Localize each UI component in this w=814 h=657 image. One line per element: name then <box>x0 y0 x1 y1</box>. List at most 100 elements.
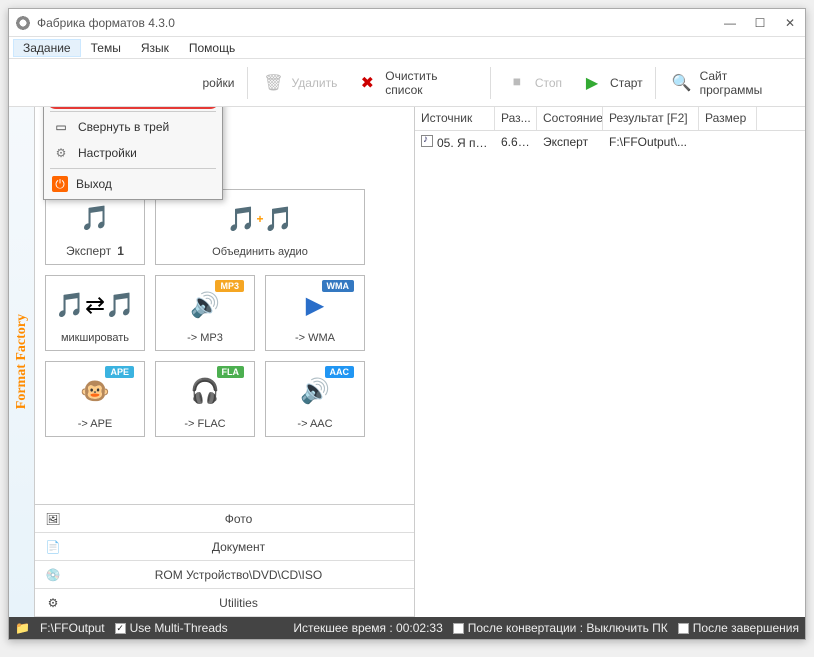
join-icon: 🎵 + 🎵 <box>227 194 294 244</box>
task-list-panel: Источник Раз... Состояние Результат [F2]… <box>415 107 805 617</box>
minimize-button[interactable]: — <box>721 15 739 31</box>
checkbox-unchecked-icon <box>678 623 689 634</box>
tile-wma[interactable]: WMA ▶ -> WMA <box>265 275 365 351</box>
highlight-annotation: Загрузить задание Сохранить задание <box>46 107 220 109</box>
col-filesize[interactable]: Размер <box>699 107 757 130</box>
tile-flac[interactable]: FLA 🎧 -> FLAC <box>155 361 255 437</box>
menu-language[interactable]: Язык <box>131 39 179 57</box>
maximize-button[interactable]: ☐ <box>751 15 769 31</box>
toolbar: ройки 🗑 Удалить ✖ Очистить список ⏹ Стоп… <box>9 59 805 107</box>
toolbar-clear-list[interactable]: ✖ Очистить список <box>345 65 486 101</box>
tile-expert[interactable]: 🎵 Эксперт 1 <box>45 189 145 265</box>
separator <box>50 168 216 169</box>
list-body: 05. Я поз... 6.69M Эксперт F:\FFOutput\.… <box>415 131 805 617</box>
ape-badge: APE <box>105 366 134 378</box>
dd-exit[interactable]: ⏻ Выход <box>46 171 220 197</box>
elapsed-time: Истекшее время : 00:02:33 <box>238 621 443 635</box>
separator <box>50 111 216 112</box>
utilities-icon: ⚙ <box>43 593 63 613</box>
multi-threads-checkbox[interactable]: ✓ Use Multi-Threads <box>115 621 228 635</box>
toolbar-website-label: Сайт программы <box>700 69 793 97</box>
start-icon: ▶ <box>578 69 606 97</box>
checkbox-checked-icon: ✓ <box>115 623 126 634</box>
after-convert-checkbox[interactable]: После конвертации : Выключить ПК <box>453 621 668 635</box>
categories: 🖼 Фото 📄 Документ 💿 ROM Устройство\DVD\C… <box>35 504 414 617</box>
tile-join-audio[interactable]: 🎵 + 🎵 Объединить аудио <box>155 189 365 265</box>
toolbar-start-label: Старт <box>610 76 643 90</box>
category-document[interactable]: 📄 Документ <box>35 533 414 561</box>
cell-source: 05. Я поз... <box>415 133 495 152</box>
col-result[interactable]: Результат [F2] <box>603 107 699 130</box>
toolbar-clear-list-label: Очистить список <box>385 69 478 97</box>
cell-filesize <box>699 140 757 144</box>
list-row[interactable]: 05. Я поз... 6.69M Эксперт F:\FFOutput\.… <box>415 131 805 153</box>
window-controls: — ☐ ✕ <box>721 15 799 31</box>
toolbar-website[interactable]: 🔍 Сайт программы <box>660 65 801 101</box>
after-finish-checkbox[interactable]: После завершения <box>678 621 799 635</box>
mp3-badge: MP3 <box>215 280 244 292</box>
photo-icon: 🖼 <box>43 509 63 529</box>
brand-text: Format Factory <box>14 314 30 409</box>
aac-badge: AAC <box>325 366 355 378</box>
category-utilities[interactable]: ⚙ Utilities <box>35 589 414 617</box>
toolbar-settings[interactable]: ройки <box>195 72 243 94</box>
toolbar-delete[interactable]: 🗑 Удалить <box>252 65 346 101</box>
output-folder[interactable]: F:\FFOutput <box>40 621 105 635</box>
cell-state: Эксперт <box>537 133 603 151</box>
brand-sidebar: Format Factory <box>9 107 35 617</box>
menu-help[interactable]: Помощь <box>179 39 245 57</box>
document-icon: 📄 <box>43 537 63 557</box>
content-area: Format Factory ▸ Начать ■ Закончить <box>9 107 805 617</box>
format-tiles: 🎵 Эксперт 1 🎵 + 🎵 Объединить аудио 🎵⇄🎵 м… <box>35 179 414 447</box>
dd-settings[interactable]: ⚙ Настройки <box>46 140 220 166</box>
tile-mix[interactable]: 🎵⇄🎵 микшировать <box>45 275 145 351</box>
col-size[interactable]: Раз... <box>495 107 537 130</box>
separator <box>655 67 656 99</box>
window-title: Фабрика форматов 4.3.0 <box>37 16 721 30</box>
menubar: Задание Темы Язык Помощь <box>9 37 805 59</box>
format-area: ▸ Начать ■ Закончить Загрузить задание С… <box>35 107 414 504</box>
folder-icon[interactable]: 📁 <box>15 621 30 635</box>
left-panel: ▸ Начать ■ Закончить Загрузить задание С… <box>35 107 415 617</box>
clear-icon: ✖ <box>353 69 381 97</box>
close-button[interactable]: ✕ <box>781 15 799 31</box>
audio-file-icon <box>421 135 433 147</box>
delete-icon: 🗑 <box>260 69 288 97</box>
statusbar: 📁 F:\FFOutput ✓ Use Multi-Threads Истекш… <box>9 617 805 639</box>
globe-icon: 🔍 <box>668 69 696 97</box>
power-icon: ⏻ <box>52 176 68 192</box>
stop-icon: ⏹ <box>503 69 531 97</box>
separator <box>490 67 491 99</box>
app-icon <box>15 15 31 31</box>
task-dropdown-menu: ▸ Начать ■ Закончить Загрузить задание С… <box>43 107 223 200</box>
col-state[interactable]: Состояние <box>537 107 603 130</box>
menu-task[interactable]: Задание <box>13 39 81 57</box>
gear-icon: ⚙ <box>52 144 70 162</box>
expert-icon: 🎵 <box>80 194 110 242</box>
category-rom[interactable]: 💿 ROM Устройство\DVD\CD\ISO <box>35 561 414 589</box>
toolbar-start[interactable]: ▶ Старт <box>570 65 651 101</box>
headphones-icon: 🎧 <box>190 366 220 416</box>
toolbar-stop-label: Стоп <box>535 76 562 90</box>
disc-icon: 💿 <box>43 565 63 585</box>
tile-mp3[interactable]: MP3 🔊 -> MP3 <box>155 275 255 351</box>
col-source[interactable]: Источник <box>415 107 495 130</box>
toolbar-stop[interactable]: ⏹ Стоп <box>495 65 570 101</box>
wma-badge: WMA <box>322 280 355 292</box>
category-photo[interactable]: 🖼 Фото <box>35 505 414 533</box>
titlebar: Фабрика форматов 4.3.0 — ☐ ✕ <box>9 9 805 37</box>
tile-ape[interactable]: APE 🐵 -> APE <box>45 361 145 437</box>
menu-themes[interactable]: Темы <box>81 39 131 57</box>
app-window: Фабрика форматов 4.3.0 — ☐ ✕ Задание Тем… <box>8 8 806 640</box>
tile-aac[interactable]: AAC 🔊 -> AAC <box>265 361 365 437</box>
toolbar-delete-label: Удалить <box>292 76 338 90</box>
list-header: Источник Раз... Состояние Результат [F2]… <box>415 107 805 131</box>
fla-badge: FLA <box>217 366 245 378</box>
tray-icon: ▭ <box>52 118 70 136</box>
dd-minimize-tray[interactable]: ▭ Свернуть в трей <box>46 114 220 140</box>
toolbar-settings-label: ройки <box>203 76 235 90</box>
separator <box>247 67 248 99</box>
mix-icon: 🎵⇄🎵 <box>55 280 135 330</box>
cell-result: F:\FFOutput\... <box>603 133 699 151</box>
cell-size: 6.69M <box>495 133 537 151</box>
